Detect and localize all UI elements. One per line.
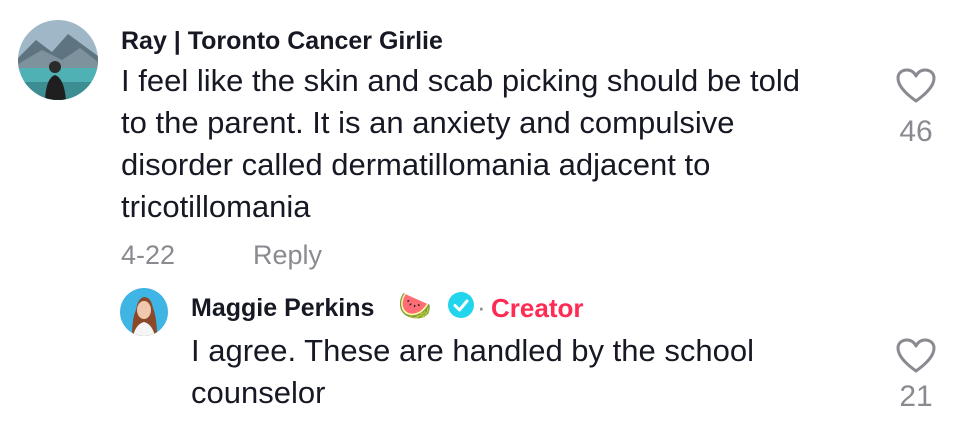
reply-line: counselor — [191, 375, 326, 410]
watermelon-emoji: 🍉 — [398, 291, 432, 322]
separator-dot: · — [477, 292, 486, 322]
creator-badge: Creator — [491, 293, 584, 323]
reply-like-count: 21 — [899, 380, 933, 413]
verified-check-icon — [447, 291, 475, 319]
reply-avatar[interactable] — [120, 288, 168, 336]
reply-comment: Maggie Perkins 🍉 · Creator I agree. Thes… — [0, 0, 980, 421]
reply-line: I agree. These are handled by the school — [191, 333, 754, 368]
reply-text: I agree. These are handled by the school… — [191, 330, 851, 414]
heart-outline-icon[interactable] — [896, 338, 936, 374]
avatar-photo-icon — [120, 288, 168, 336]
reply-username[interactable]: Maggie Perkins — [191, 294, 374, 323]
